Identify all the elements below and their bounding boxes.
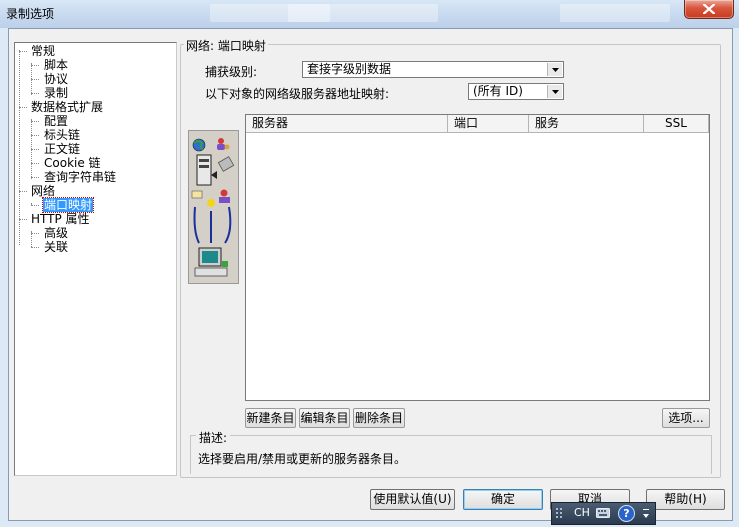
tree-connector bbox=[31, 233, 39, 234]
tree-connector bbox=[19, 191, 27, 192]
tree-item-network[interactable]: 网络 bbox=[30, 184, 56, 198]
server-mapping-list[interactable]: 服务器 端口 服务 SSL bbox=[245, 114, 710, 401]
options-arrow-icon[interactable] bbox=[642, 508, 650, 520]
help-icon[interactable]: ? bbox=[618, 505, 635, 522]
tree-item-script[interactable]: 脚本 bbox=[43, 58, 69, 72]
delete-entry-button[interactable]: 删除条目 bbox=[353, 408, 405, 428]
tree-item-header-chain[interactable]: 标头链 bbox=[43, 128, 81, 142]
tree-item-http-properties[interactable]: HTTP 属性 bbox=[30, 212, 91, 226]
use-defaults-button[interactable]: 使用默认值(U) bbox=[370, 489, 455, 510]
chevron-down-icon[interactable] bbox=[547, 85, 562, 98]
tree-connector bbox=[31, 79, 39, 80]
tree-connector bbox=[31, 149, 39, 150]
tree-item-port-mapping[interactable]: 端口映射 bbox=[41, 197, 95, 213]
options-button[interactable]: 选项... bbox=[662, 408, 710, 428]
tree-connector bbox=[31, 163, 39, 164]
network-illustration bbox=[188, 130, 239, 284]
options-tree[interactable]: 常规 脚本 协议 录制 数据格式扩展 配置 标头链 正文链 Cookie 链 查… bbox=[14, 42, 177, 476]
close-button[interactable] bbox=[684, 0, 734, 19]
tree-item-body-chain[interactable]: 正文链 bbox=[43, 142, 81, 156]
ime-lang-label[interactable]: CH bbox=[574, 506, 590, 519]
background-window-ghost bbox=[560, 4, 670, 22]
tree-item-cookie-chain[interactable]: Cookie 链 bbox=[43, 156, 102, 170]
capture-level-value: 套接字级别数据 bbox=[307, 62, 392, 76]
tree-item-protocol[interactable]: 协议 bbox=[43, 72, 69, 86]
tree-connector bbox=[31, 205, 39, 206]
tree-connector bbox=[31, 135, 39, 136]
ok-button[interactable]: 确定 bbox=[463, 489, 543, 510]
tree-item-advanced[interactable]: 高级 bbox=[43, 226, 69, 240]
tree-connector bbox=[19, 107, 27, 108]
description-label: 描述: bbox=[196, 429, 231, 446]
tree-connector bbox=[31, 65, 39, 66]
network-diagram-icon bbox=[191, 138, 235, 277]
tree-item-configuration[interactable]: 配置 bbox=[43, 114, 69, 128]
tree-connector bbox=[31, 177, 39, 178]
new-entry-button[interactable]: 新建条目 bbox=[245, 408, 296, 428]
column-server[interactable]: 服务器 bbox=[246, 115, 448, 132]
ime-language-bar[interactable]: CH ? bbox=[551, 502, 656, 525]
mapping-id-value: (所有 ID) bbox=[473, 84, 523, 98]
tree-connector bbox=[31, 247, 39, 248]
tree-connector bbox=[19, 219, 27, 220]
window-title: 录制选项 bbox=[6, 7, 55, 21]
tree-item-query-string-chain[interactable]: 查询字符串链 bbox=[43, 170, 117, 184]
list-header: 服务器 端口 服务 SSL bbox=[246, 115, 709, 133]
column-port[interactable]: 端口 bbox=[448, 115, 529, 132]
column-service[interactable]: 服务 bbox=[529, 115, 644, 132]
tree-item-data-format-extension[interactable]: 数据格式扩展 bbox=[30, 100, 104, 114]
column-ssl[interactable]: SSL bbox=[644, 115, 709, 132]
drag-handle-icon[interactable] bbox=[556, 508, 564, 518]
help-button[interactable]: 帮助(H) bbox=[646, 489, 725, 510]
tree-item-general[interactable]: 常规 bbox=[30, 44, 56, 58]
tree-connector bbox=[31, 121, 39, 122]
tree-item-correlation[interactable]: 关联 bbox=[43, 240, 69, 254]
description-text: 选择要启用/禁用或更新的服务器条目。 bbox=[198, 452, 407, 466]
title-bar: 录制选项 bbox=[0, 0, 739, 28]
background-window-ghost bbox=[288, 4, 438, 22]
chevron-down-icon[interactable] bbox=[547, 63, 562, 76]
tree-connector bbox=[19, 51, 27, 52]
edit-entry-button[interactable]: 编辑条目 bbox=[299, 408, 350, 428]
mapping-id-combo[interactable]: (所有 ID) bbox=[468, 83, 564, 100]
group-title: 网络: 端口映射 bbox=[184, 37, 268, 54]
close-icon bbox=[703, 4, 715, 14]
mapping-label: 以下对象的网络级服务器地址映射: bbox=[205, 87, 390, 101]
capture-level-label: 捕获级别: bbox=[205, 65, 258, 79]
tree-connector bbox=[31, 93, 39, 94]
keyboard-icon[interactable] bbox=[596, 508, 610, 518]
capture-level-combo[interactable]: 套接字级别数据 bbox=[302, 61, 564, 78]
tree-connector bbox=[19, 50, 20, 245]
tree-item-recording[interactable]: 录制 bbox=[43, 86, 69, 100]
